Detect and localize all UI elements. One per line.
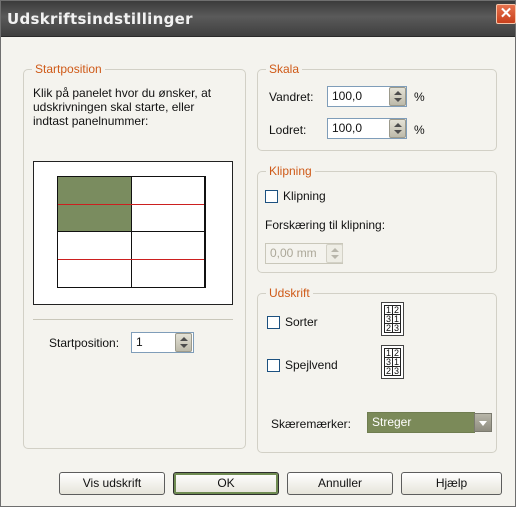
spin-down-icon bbox=[394, 130, 402, 134]
sort-checkbox[interactable] bbox=[267, 316, 280, 329]
startposition-instructions-line3: indtast panelnummer: bbox=[33, 114, 149, 128]
skala-legend: Skala bbox=[266, 62, 303, 76]
horizontal-scale-spinner[interactable] bbox=[389, 87, 406, 106]
startposition-instructions-line2: udskrivningen skal starte, eller bbox=[33, 100, 195, 114]
startposition-instructions-line1: Klik på panelet hvor du ønsker, at bbox=[33, 86, 212, 100]
cut-line-1 bbox=[58, 204, 204, 205]
mirror-order-cell: 2 bbox=[384, 366, 393, 376]
spin-down-icon bbox=[331, 255, 339, 259]
cutmarks-label: Skæremærker: bbox=[271, 417, 352, 431]
spin-down-icon bbox=[394, 98, 402, 102]
sort-order-cell: 2 bbox=[384, 323, 393, 333]
mirror-order-cell: 3 bbox=[392, 366, 401, 376]
startposition-field-label: Startposition: bbox=[49, 336, 120, 350]
spin-up-icon bbox=[331, 248, 339, 252]
chevron-down-icon[interactable] bbox=[474, 413, 492, 432]
sort-checkbox-label[interactable]: Sorter bbox=[285, 315, 318, 329]
startposition-spinner[interactable] bbox=[175, 333, 192, 352]
spin-up-icon bbox=[180, 337, 188, 341]
cancel-button[interactable]: Annuller bbox=[287, 472, 393, 495]
panel-preview bbox=[33, 161, 233, 305]
sort-order-cell: 3 bbox=[392, 323, 401, 333]
sort-order-icon: 12 31 23 bbox=[381, 302, 404, 336]
mirror-checkbox[interactable] bbox=[267, 359, 280, 372]
title-bar[interactable]: Udskriftsindstillinger ✕ bbox=[1, 1, 516, 37]
window-title: Udskriftsindstillinger bbox=[7, 10, 193, 28]
udskrift-legend: Udskrift bbox=[266, 286, 313, 300]
vertical-scale-unit: % bbox=[414, 123, 425, 137]
vertical-scale-spinner[interactable] bbox=[389, 119, 406, 138]
clip-offset-label: Forskæring til klipning: bbox=[265, 218, 386, 232]
startposition-legend: Startposition bbox=[32, 62, 105, 76]
sort-order-table: 12 31 23 bbox=[384, 305, 401, 333]
klipning-checkbox-label[interactable]: Klipning bbox=[283, 189, 326, 203]
spin-up-icon bbox=[394, 91, 402, 95]
mirror-order-icon: 12 31 23 bbox=[381, 345, 404, 379]
spin-up-icon bbox=[394, 123, 402, 127]
horizontal-scale-label: Vandret: bbox=[269, 90, 314, 104]
vertical-scale-label: Lodret: bbox=[269, 123, 307, 137]
mirror-order-table: 12 31 23 bbox=[384, 348, 401, 376]
cutmarks-select[interactable]: Streger bbox=[367, 412, 475, 433]
startposition-divider bbox=[33, 319, 233, 320]
ok-button[interactable]: OK bbox=[173, 472, 279, 495]
print-settings-dialog: Udskriftsindstillinger ✕ Startposition K… bbox=[0, 0, 516, 507]
preview-button[interactable]: Vis udskrift bbox=[59, 472, 165, 495]
horizontal-scale-unit: % bbox=[414, 90, 425, 104]
close-button[interactable]: ✕ bbox=[496, 4, 516, 24]
close-icon: ✕ bbox=[499, 5, 513, 22]
clip-offset-spinner bbox=[326, 244, 343, 263]
cut-line-2 bbox=[58, 259, 204, 260]
klipning-checkbox[interactable] bbox=[265, 190, 278, 203]
help-button[interactable]: Hjælp bbox=[401, 472, 502, 495]
klipning-legend: Klipning bbox=[266, 164, 315, 178]
page-outline bbox=[57, 176, 206, 288]
mirror-checkbox-label[interactable]: Spejlvend bbox=[285, 358, 338, 372]
spin-down-icon bbox=[180, 344, 188, 348]
